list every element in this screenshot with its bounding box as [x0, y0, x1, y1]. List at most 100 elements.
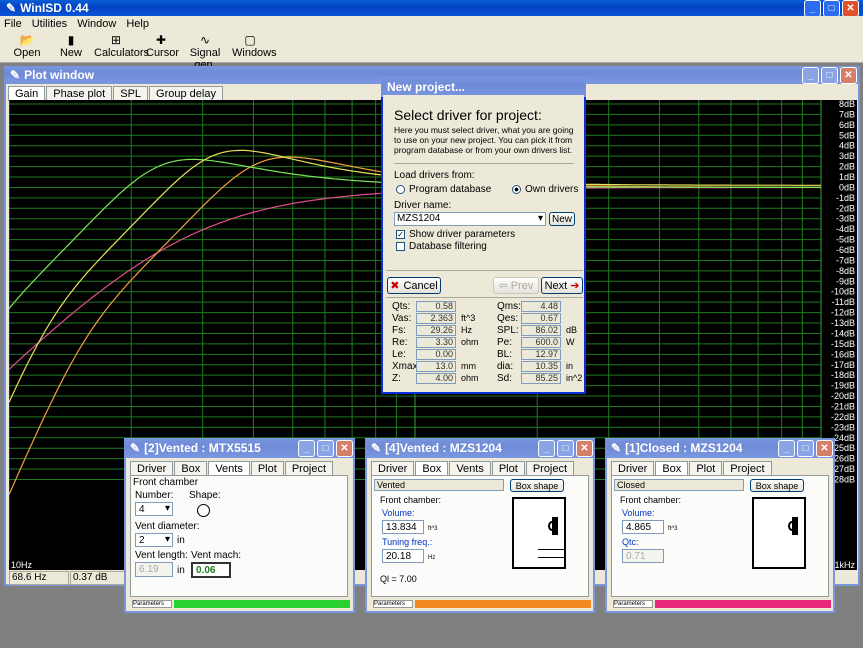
- app-title: WinISD 0.44: [20, 1, 89, 15]
- param-value-right-2: 86.02: [521, 325, 561, 336]
- toolbar-windows-button[interactable]: ▢ Windows: [232, 33, 277, 59]
- next-button[interactable]: Next ➔: [541, 277, 583, 294]
- show-params-checkbox[interactable]: ✓ Show driver parameters: [396, 229, 515, 240]
- prev-button[interactable]: ⇦ Prev: [493, 277, 539, 294]
- win4-tab-project[interactable]: Project: [525, 461, 575, 476]
- win2-tab-box[interactable]: Box: [174, 461, 208, 476]
- win1-maximize-button[interactable]: □: [797, 439, 814, 457]
- new-project-title: New project...: [387, 80, 466, 94]
- win2-params-tab[interactable]: Parameters: [132, 600, 172, 608]
- win2-tab-project[interactable]: Project: [284, 461, 334, 476]
- win2-tab-plot[interactable]: Plot: [250, 461, 284, 476]
- plot-close-button[interactable]: ✕: [840, 66, 857, 84]
- param-value-right-1: 0.67: [521, 313, 561, 324]
- driver-name-select[interactable]: MZS1204 ▾: [394, 212, 546, 226]
- win2-tab-vents[interactable]: Vents: [208, 461, 250, 476]
- win4-minimize-button[interactable]: _: [538, 439, 555, 457]
- number-label: Number:: [135, 490, 174, 501]
- tab-group-delay[interactable]: Group delay: [149, 86, 223, 101]
- arrow-left-icon: ⇦: [498, 280, 508, 292]
- param-value-left-2: 29.26: [416, 325, 456, 336]
- win2-minimize-button[interactable]: _: [298, 439, 315, 457]
- win4-tab-driver[interactable]: Driver: [371, 461, 415, 476]
- close-button[interactable]: ✕: [842, 0, 859, 17]
- toolbar-new-button[interactable]: ▮ New: [56, 33, 86, 59]
- y-tick-16: -8dB: [836, 266, 855, 276]
- vent-diameter-select[interactable]: 2 ▾: [135, 533, 173, 547]
- win4-volume-unit: ft^3: [428, 526, 438, 532]
- win2-panel: Front chamber Number: 4 ▾ Shape: Vent dia…: [130, 475, 348, 597]
- param-unit-left-5: mm: [461, 361, 476, 371]
- minimize-button[interactable]: _: [804, 0, 821, 17]
- tab-spl[interactable]: SPL: [113, 86, 149, 101]
- tab-phase-plot[interactable]: Phase plot: [46, 86, 113, 101]
- win4-box-shape-button[interactable]: Box shape: [510, 479, 564, 492]
- win1-box-shape-button[interactable]: Box shape: [750, 479, 804, 492]
- y-tick-21: -13dB: [831, 318, 855, 328]
- win4-tab-vents[interactable]: Vents: [449, 461, 491, 476]
- win1-tab-driver[interactable]: Driver: [611, 461, 655, 476]
- menu-help[interactable]: Help: [126, 18, 149, 30]
- win4-tab-plot[interactable]: Plot: [491, 461, 525, 476]
- menu-window[interactable]: Window: [77, 18, 116, 30]
- chevron-down-icon: ▾: [164, 503, 170, 514]
- win4-volume-field[interactable]: 13.834: [382, 520, 424, 534]
- driver-parameters: Qts: 0.58 Vas: 2.363 ft^3 Fs: 29.26 Hz Re: 3.30 oh…: [383, 301, 584, 387]
- new-driver-button[interactable]: New: [549, 212, 575, 226]
- win1-minimize-button[interactable]: _: [778, 439, 795, 457]
- param-value-right-4: 12.97: [521, 349, 561, 360]
- closed-box-diagram: [752, 497, 806, 569]
- circle-shape-icon[interactable]: [197, 504, 210, 517]
- shape-label: Shape:: [189, 490, 221, 501]
- win4-tabs: Driver Box Vents Plot Project: [367, 458, 593, 476]
- win1-tab-plot[interactable]: Plot: [689, 461, 723, 476]
- win4-params-tab[interactable]: Parameters: [373, 600, 413, 608]
- win4-tuning-unit: Hz: [428, 555, 436, 561]
- toolbar-open-button[interactable]: 📂 Open: [12, 33, 42, 59]
- cancel-button[interactable]: ✖ Cancel: [387, 277, 441, 294]
- win4-title: [4]Vented : MZS1204: [385, 441, 502, 455]
- param-label-left-6: Z:: [392, 373, 401, 384]
- win4-box-type[interactable]: Vented: [374, 479, 504, 491]
- win1-tab-project[interactable]: Project: [723, 461, 772, 476]
- toolbar: 📂 Open ▮ New ⊞ Calculators ✚ Cursor ∿ Signal …: [0, 31, 863, 71]
- win1-tab-box[interactable]: Box: [655, 461, 689, 476]
- toolbar-cursor-button[interactable]: ✚ Cursor: [146, 33, 179, 59]
- param-unit-right-6: in^2: [566, 373, 583, 383]
- toolbar-calculators-button[interactable]: ⊞ Calculators: [94, 33, 149, 59]
- menu-file[interactable]: File: [4, 18, 22, 30]
- radio-program-database[interactable]: Program database: [396, 184, 491, 195]
- param-label-right-0: Qms:: [497, 301, 521, 312]
- menu-utilities[interactable]: Utilities: [32, 18, 67, 30]
- number-select[interactable]: 4 ▾: [135, 502, 173, 516]
- y-tick-9: -1dB: [836, 193, 855, 203]
- plot-maximize-button[interactable]: □: [821, 66, 838, 84]
- win4-front-chamber: Front chamber:: [380, 495, 442, 505]
- win4-close-button[interactable]: ✕: [576, 439, 593, 457]
- win1-volume-field[interactable]: 4.865: [622, 520, 664, 534]
- win1-title: [1]Closed : MZS1204: [625, 441, 743, 455]
- db-filter-checkbox[interactable]: Database filtering: [396, 241, 487, 252]
- win1-volume-unit: ft^3: [668, 526, 678, 532]
- vent-length-field[interactable]: 6.19: [135, 562, 173, 577]
- win1-qtc-field[interactable]: 0.71: [622, 549, 664, 563]
- win4-tab-box[interactable]: Box: [415, 461, 449, 476]
- y-tick-27: -19dB: [831, 381, 855, 391]
- win4-maximize-button[interactable]: □: [557, 439, 574, 457]
- radio-own-drivers[interactable]: Own drivers: [512, 184, 578, 195]
- win2-maximize-button[interactable]: □: [317, 439, 334, 457]
- win2-close-button[interactable]: ✕: [336, 439, 353, 457]
- win4-tuning-field[interactable]: 20.18: [382, 549, 424, 563]
- param-unit-right-3: W: [566, 337, 575, 347]
- buttons-divider: [386, 270, 583, 271]
- app-icon: ✎: [6, 1, 17, 15]
- win1-close-button[interactable]: ✕: [816, 439, 833, 457]
- win1-volume-label: Volume:: [622, 508, 655, 518]
- win2-tab-driver[interactable]: Driver: [130, 461, 174, 476]
- checkmark-icon: ✓: [396, 230, 405, 239]
- maximize-button[interactable]: □: [823, 0, 840, 17]
- win1-box-type[interactable]: Closed: [614, 479, 744, 491]
- win1-params-tab[interactable]: Parameters: [613, 600, 653, 608]
- plot-minimize-button[interactable]: _: [802, 66, 819, 84]
- tab-gain[interactable]: Gain: [8, 86, 46, 101]
